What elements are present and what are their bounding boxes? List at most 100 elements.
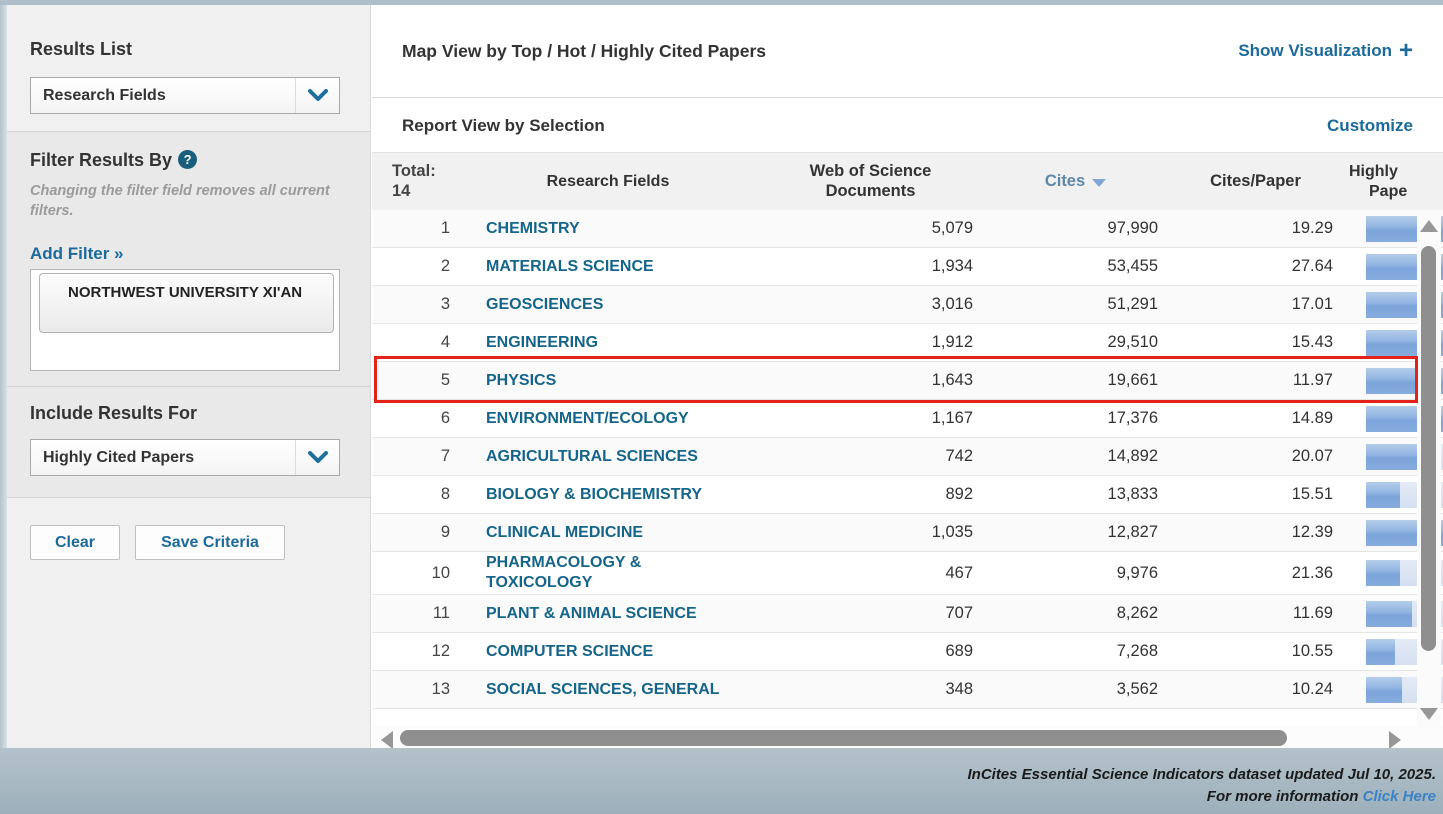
- cites-value: 19,661: [983, 371, 1168, 390]
- show-visualization-link[interactable]: Show Visualization +: [1238, 39, 1413, 63]
- vertical-scrollbar[interactable]: [1417, 212, 1441, 728]
- wos-docs-value: 689: [758, 642, 983, 661]
- cites-value: 17,376: [983, 409, 1168, 428]
- filters-sidebar: Results List Research Fields Filter Resu…: [7, 5, 371, 748]
- sort-descending-icon: [1092, 179, 1106, 187]
- cites-per-paper-value: 10.55: [1168, 642, 1343, 661]
- table-row: 12 COMPUTER SCIENCE 689 7,268 10.55: [372, 633, 1443, 671]
- table-header-row: Total:14 Research Fields Web of ScienceD…: [372, 152, 1443, 210]
- filter-results-section: Filter Results By? Changing the filter f…: [7, 131, 370, 386]
- table-row: 7 AGRICULTURAL SCIENCES 742 14,892 20.07: [372, 438, 1443, 476]
- row-rank: 6: [372, 409, 458, 428]
- cites-per-paper-value: 27.64: [1168, 257, 1343, 276]
- customize-link[interactable]: Customize: [1327, 116, 1413, 136]
- row-rank: 7: [372, 447, 458, 466]
- research-field-link[interactable]: PHARMACOLOGY & TOXICOLOGY: [486, 553, 721, 593]
- scroll-down-arrow-icon[interactable]: [1420, 708, 1438, 720]
- cites-value: 29,510: [983, 333, 1168, 352]
- cites-value: 13,833: [983, 485, 1168, 504]
- cites-per-paper-value: 19.29: [1168, 219, 1343, 238]
- map-view-bar: Map View by Top / Hot / Highly Cited Pap…: [372, 5, 1443, 98]
- cites-value: 8,262: [983, 604, 1168, 623]
- research-field-link[interactable]: GEOSCIENCES: [486, 295, 603, 315]
- research-field-link[interactable]: ENVIRONMENT/ECOLOGY: [486, 409, 689, 429]
- scroll-right-arrow-icon[interactable]: [1389, 731, 1401, 749]
- cites-per-paper-value: 11.69: [1168, 604, 1343, 623]
- help-icon[interactable]: ?: [178, 150, 197, 169]
- dataset-updated-text: InCites Essential Science Indicators dat…: [967, 764, 1436, 786]
- bar-fill: [1366, 677, 1402, 703]
- research-field-link[interactable]: MATERIALS SCIENCE: [486, 257, 654, 277]
- table-row: 13 SOCIAL SCIENCES, GENERAL 348 3,562 10…: [372, 671, 1443, 709]
- wos-docs-value: 5,079: [758, 219, 983, 238]
- click-here-link[interactable]: Click Here: [1363, 788, 1436, 805]
- research-field-link[interactable]: CLINICAL MEDICINE: [486, 523, 643, 543]
- cites-per-paper-value: 21.36: [1168, 564, 1343, 583]
- cites-value: 12,827: [983, 523, 1168, 542]
- vertical-scrollbar-thumb[interactable]: [1421, 246, 1436, 651]
- row-rank: 9: [372, 523, 458, 542]
- filter-results-heading: Filter Results By?: [30, 150, 197, 171]
- cites-per-paper-value: 14.89: [1168, 409, 1343, 428]
- save-criteria-button[interactable]: Save Criteria: [135, 525, 285, 560]
- cites-per-paper-value: 17.01: [1168, 295, 1343, 314]
- results-list-heading: Results List: [30, 39, 132, 60]
- report-view-bar: Report View by Selection Customize: [372, 99, 1443, 152]
- wos-docs-value: 348: [758, 680, 983, 699]
- results-list-dropdown[interactable]: Research Fields: [30, 77, 340, 114]
- results-list-dropdown-value: Research Fields: [31, 87, 166, 105]
- bar-fill: [1366, 482, 1400, 508]
- research-field-link[interactable]: CHEMISTRY: [486, 219, 580, 239]
- research-field-link[interactable]: BIOLOGY & BIOCHEMISTRY: [486, 485, 702, 505]
- research-field-link[interactable]: AGRICULTURAL SCIENCES: [486, 447, 698, 467]
- cites-value: 7,268: [983, 642, 1168, 661]
- add-filter-link[interactable]: Add Filter »: [30, 244, 124, 264]
- research-field-link[interactable]: ENGINEERING: [486, 333, 598, 353]
- horizontal-scrollbar-thumb[interactable]: [400, 730, 1287, 746]
- row-rank: 3: [372, 295, 458, 314]
- research-field-link[interactable]: PHYSICS: [486, 371, 556, 391]
- table-row: 2 MATERIALS SCIENCE 1,934 53,455 27.64: [372, 248, 1443, 286]
- cites-per-paper-value: 20.07: [1168, 447, 1343, 466]
- wos-docs-value: 467: [758, 564, 983, 583]
- clear-button[interactable]: Clear: [30, 525, 120, 560]
- cites-per-paper-value: 12.39: [1168, 523, 1343, 542]
- include-results-section: Include Results For Highly Cited Papers: [7, 386, 370, 497]
- cites-value: 3,562: [983, 680, 1168, 699]
- scroll-up-arrow-icon[interactable]: [1420, 220, 1438, 232]
- table-row: 4 ENGINEERING 1,912 29,510 15.43: [372, 324, 1443, 362]
- column-header-highly-cited-papers[interactable]: Highly Pape: [1343, 162, 1443, 200]
- column-header-cites-per-paper[interactable]: Cites/Paper: [1168, 172, 1343, 192]
- cites-value: 97,990: [983, 219, 1168, 238]
- research-field-link[interactable]: SOCIAL SCIENCES, GENERAL: [486, 680, 720, 700]
- include-results-dropdown-value: Highly Cited Papers: [31, 449, 194, 467]
- research-field-link[interactable]: PLANT & ANIMAL SCIENCE: [486, 604, 697, 624]
- research-field-link[interactable]: COMPUTER SCIENCE: [486, 642, 653, 662]
- map-view-title: Map View by Top / Hot / Highly Cited Pap…: [402, 41, 766, 62]
- cites-value: 53,455: [983, 257, 1168, 276]
- scroll-left-arrow-icon[interactable]: [381, 731, 393, 749]
- total-count-header: Total:14: [372, 162, 458, 202]
- table-body: 1 CHEMISTRY 5,079 97,990 19.29 2 MATERIA…: [372, 210, 1443, 709]
- cites-per-paper-value: 10.24: [1168, 680, 1343, 699]
- bar-fill: [1366, 560, 1400, 586]
- footer-bar: InCites Essential Science Indicators dat…: [0, 748, 1443, 814]
- results-list-section: Results List Research Fields: [7, 5, 370, 131]
- table-row: 11 PLANT & ANIMAL SCIENCE 707 8,262 11.6…: [372, 595, 1443, 633]
- column-header-cites-sorted[interactable]: Cites: [983, 172, 1168, 192]
- column-header-research-fields[interactable]: Research Fields: [458, 172, 758, 191]
- criteria-buttons-section: Clear Save Criteria: [7, 497, 370, 748]
- bar-fill: [1366, 601, 1412, 627]
- table-row: 8 BIOLOGY & BIOCHEMISTRY 892 13,833 15.5…: [372, 476, 1443, 514]
- row-rank: 13: [372, 680, 458, 699]
- row-rank: 1: [372, 219, 458, 238]
- table-row: 1 CHEMISTRY 5,079 97,990 19.29: [372, 210, 1443, 248]
- include-results-heading: Include Results For: [30, 403, 197, 424]
- table-row: 3 GEOSCIENCES 3,016 51,291 17.01: [372, 286, 1443, 324]
- chevron-down-icon: [295, 440, 339, 475]
- chevron-down-icon: [295, 78, 339, 113]
- table-row: 9 CLINICAL MEDICINE 1,035 12,827 12.39: [372, 514, 1443, 552]
- column-header-wos-documents[interactable]: Web of ScienceDocuments: [758, 162, 983, 202]
- include-results-dropdown[interactable]: Highly Cited Papers: [30, 439, 340, 476]
- filter-chip-university[interactable]: NORTHWEST UNIVERSITY XI'AN: [39, 273, 334, 333]
